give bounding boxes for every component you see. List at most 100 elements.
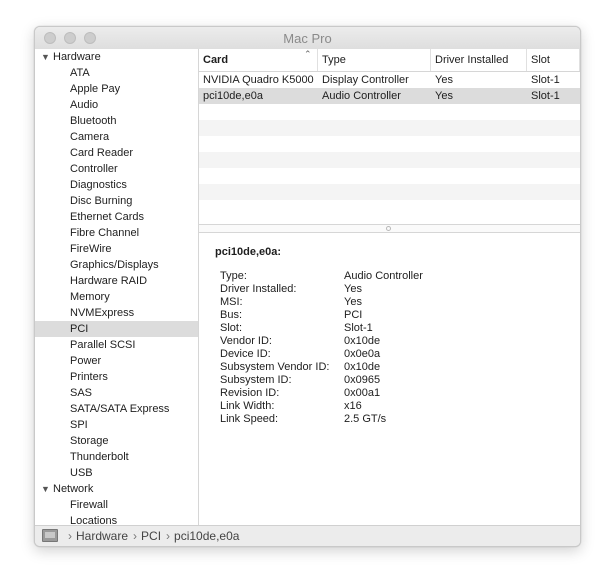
breadcrumb-separator: › — [166, 529, 171, 543]
sidebar-group-label: Hardware — [53, 51, 101, 63]
property-key: Subsystem ID: — [220, 374, 292, 386]
sidebar-item-nvmexpress[interactable]: NVMExpress — [35, 305, 198, 321]
sidebar-item-parallel-scsi[interactable]: Parallel SCSI — [35, 337, 198, 353]
property-value: 2.5 GT/s — [344, 413, 387, 425]
computer-icon — [42, 529, 58, 542]
cell-driver-installed: Yes — [435, 90, 453, 102]
sidebar-item-ethernet-cards[interactable]: Ethernet Cards — [35, 209, 198, 225]
breadcrumb-item[interactable]: PCI — [141, 526, 161, 546]
sidebar-item-sas[interactable]: SAS — [35, 385, 198, 401]
sidebar-item-camera[interactable]: Camera — [35, 129, 198, 145]
property-value: 0x0965 — [344, 374, 381, 386]
sidebar-item-fibre-channel[interactable]: Fibre Channel — [35, 225, 198, 241]
sidebar-item-apple-pay[interactable]: Apple Pay — [35, 81, 198, 97]
property-key: Bus: — [220, 309, 243, 321]
table-row[interactable]: pci10de,e0a Audio Controller Yes Slot-1 — [199, 88, 580, 104]
breadcrumb-item[interactable]: Hardware — [76, 526, 128, 546]
sidebar-item-disc-burning[interactable]: Disc Burning — [35, 193, 198, 209]
empty-row — [199, 136, 580, 152]
disclosure-triangle-icon[interactable]: ▼ — [41, 49, 53, 65]
property-value: Slot-1 — [344, 322, 373, 334]
cell-slot: Slot-1 — [531, 90, 560, 102]
property-value: Yes — [344, 283, 362, 295]
property-value: 0x10de — [344, 361, 381, 373]
property-key: Subsystem Vendor ID: — [220, 361, 330, 373]
property-value: 0x00a1 — [344, 387, 381, 399]
sidebar-item-pci[interactable]: PCI — [35, 321, 198, 337]
column-header-type[interactable]: Type — [318, 49, 431, 71]
property-key: Type: — [220, 270, 247, 282]
sidebar-item-ata[interactable]: ATA — [35, 65, 198, 81]
column-header-card[interactable]: Card — [199, 49, 318, 71]
empty-row — [199, 200, 580, 216]
property-value: PCI — [344, 309, 363, 321]
sidebar-item-controller[interactable]: Controller — [35, 161, 198, 177]
property-value: Audio Controller — [344, 270, 423, 282]
table-header: Card ⌃ Type Driver Installed Slot — [199, 49, 580, 72]
property-value: 0x0e0a — [344, 348, 381, 360]
detail-pane: pci10de,e0a: Type: Audio Controller Driver… — [199, 233, 580, 525]
disclosure-triangle-icon[interactable]: ▼ — [41, 481, 53, 497]
sidebar-item-storage[interactable]: Storage — [35, 433, 198, 449]
pane-splitter[interactable] — [199, 224, 580, 233]
empty-row — [199, 120, 580, 136]
sidebar-item-firewall[interactable]: Firewall — [35, 497, 198, 513]
sidebar-item-card-reader[interactable]: Card Reader — [35, 145, 198, 161]
sidebar-item-usb[interactable]: USB — [35, 465, 198, 481]
property-key: Slot: — [220, 322, 243, 334]
breadcrumb-separator: › — [68, 529, 72, 543]
column-header-driver-installed[interactable]: Driver Installed — [431, 49, 527, 71]
table-row[interactable]: NVIDIA Quadro K5000 Display Controller Yes… — [199, 72, 580, 88]
empty-row — [199, 168, 580, 184]
system-information-window: Mac Pro ▼ Hardware ATA Apple Pay Audio Blueto… — [34, 26, 581, 547]
property-key: Vendor ID: — [220, 335, 272, 347]
window-title: Mac Pro — [283, 31, 332, 46]
sidebar-item-audio[interactable]: Audio — [35, 97, 198, 113]
sidebar-item-memory[interactable]: Memory — [35, 289, 198, 305]
property-key: MSI: — [220, 296, 243, 308]
sidebar-group-hardware[interactable]: ▼ Hardware — [35, 49, 198, 65]
sort-ascending-icon[interactable]: ⌃ — [304, 49, 312, 60]
title-bar: Mac Pro — [35, 27, 580, 50]
sidebar-item-power[interactable]: Power — [35, 353, 198, 369]
detail-title: pci10de,e0a: — [215, 246, 282, 258]
breadcrumb: › Hardware › PCI › pci10de,e0a — [63, 526, 239, 546]
empty-row — [199, 152, 580, 168]
property-key: Device ID: — [220, 348, 271, 360]
sidebar-item-thunderbolt[interactable]: Thunderbolt — [35, 449, 198, 465]
sidebar-item-bluetooth[interactable]: Bluetooth — [35, 113, 198, 129]
sidebar-item-diagnostics[interactable]: Diagnostics — [35, 177, 198, 193]
sidebar-item-graphics-displays[interactable]: Graphics/Displays — [35, 257, 198, 273]
cell-type: Display Controller — [322, 74, 409, 86]
path-bar: › Hardware › PCI › pci10de,e0a — [35, 525, 580, 546]
sidebar-outline[interactable]: ▼ Hardware ATA Apple Pay Audio Bluetooth Camer… — [35, 49, 199, 525]
cell-card: NVIDIA Quadro K5000 — [203, 74, 314, 86]
breadcrumb-separator: › — [133, 529, 138, 543]
card-table[interactable]: NVIDIA Quadro K5000 Display Controller Yes… — [199, 72, 580, 224]
empty-row — [199, 104, 580, 120]
splitter-handle-icon[interactable] — [386, 226, 391, 231]
main-pane: Card ⌃ Type Driver Installed Slot NVIDIA Qua… — [199, 49, 580, 525]
cell-card: pci10de,e0a — [203, 90, 263, 102]
property-key: Driver Installed: — [220, 283, 297, 295]
sidebar-item-hardware-raid[interactable]: Hardware RAID — [35, 273, 198, 289]
sidebar-item-sata-sata-express[interactable]: SATA/SATA Express — [35, 401, 198, 417]
sidebar-item-printers[interactable]: Printers — [35, 369, 198, 385]
sidebar-item-spi[interactable]: SPI — [35, 417, 198, 433]
sidebar-group-network[interactable]: ▼ Network — [35, 481, 198, 497]
property-value: x16 — [344, 400, 362, 412]
sidebar-group-label: Network — [53, 483, 94, 495]
cell-type: Audio Controller — [322, 90, 401, 102]
property-value: 0x10de — [344, 335, 381, 347]
empty-row — [199, 184, 580, 200]
cell-driver-installed: Yes — [435, 74, 453, 86]
sidebar-item-locations[interactable]: Locations — [35, 513, 198, 525]
property-key: Link Speed: — [220, 413, 279, 425]
cell-slot: Slot-1 — [531, 74, 560, 86]
property-key: Link Width: — [220, 400, 275, 412]
breadcrumb-item[interactable]: pci10de,e0a — [174, 526, 239, 546]
property-value: Yes — [344, 296, 362, 308]
sidebar-item-firewire[interactable]: FireWire — [35, 241, 198, 257]
property-key: Revision ID: — [220, 387, 280, 399]
column-header-slot[interactable]: Slot — [527, 49, 580, 71]
